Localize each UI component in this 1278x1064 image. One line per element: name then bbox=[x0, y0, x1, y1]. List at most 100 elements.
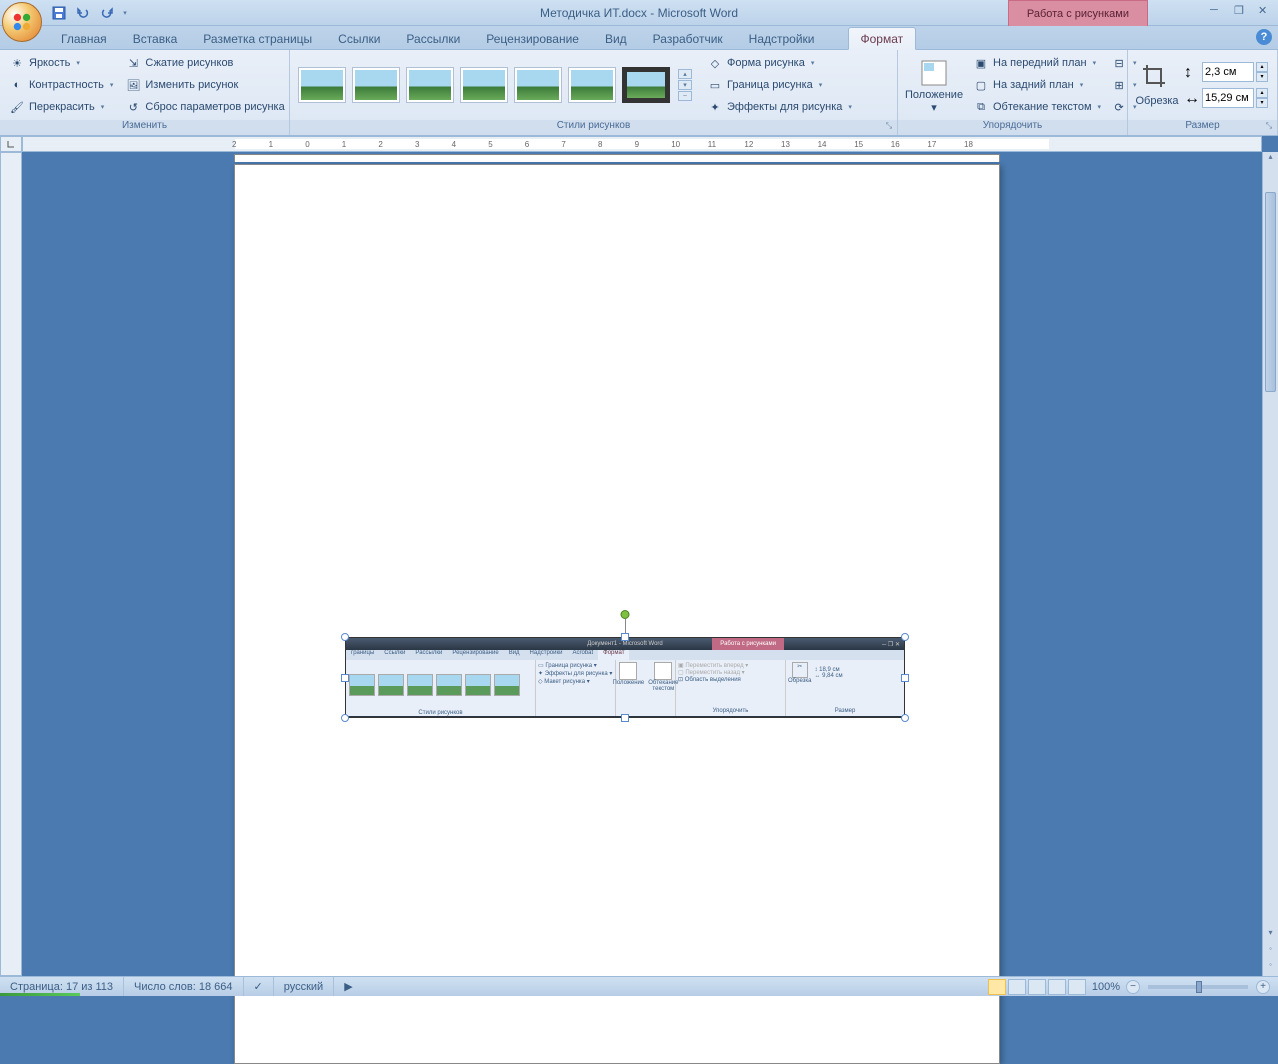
crop-button[interactable]: Обрезка bbox=[1132, 52, 1182, 118]
office-button[interactable] bbox=[2, 2, 42, 42]
handle-bl[interactable] bbox=[341, 714, 349, 722]
tab-developer[interactable]: Разработчик bbox=[640, 27, 736, 49]
contrast-button[interactable]: ◐Контрастность▾ bbox=[4, 74, 118, 96]
maximize-button[interactable]: ❐ bbox=[1234, 4, 1248, 18]
help-button[interactable]: ? bbox=[1256, 29, 1272, 45]
gallery-up[interactable]: ▴ bbox=[678, 69, 692, 79]
style-3[interactable] bbox=[406, 67, 454, 103]
group-size: Обрезка ↕ ▴▾ ↔ ▴▾ Размер ⤡ bbox=[1128, 50, 1278, 135]
style-4[interactable] bbox=[460, 67, 508, 103]
send-back-button[interactable]: ▢На задний план▾ bbox=[968, 74, 1106, 96]
gallery-down[interactable]: ▾ bbox=[678, 80, 692, 90]
tab-layout[interactable]: Разметка страницы bbox=[190, 27, 325, 49]
tab-home[interactable]: Главная bbox=[48, 27, 120, 49]
handle-tr[interactable] bbox=[901, 633, 909, 641]
crop-icon bbox=[1141, 63, 1173, 95]
handle-tl[interactable] bbox=[341, 633, 349, 641]
full-screen-view[interactable] bbox=[1008, 979, 1026, 995]
handle-l[interactable] bbox=[341, 674, 349, 682]
handle-b[interactable] bbox=[621, 714, 629, 722]
compress-button[interactable]: ⇲Сжатие рисунков bbox=[120, 52, 289, 74]
height-down[interactable]: ▾ bbox=[1256, 72, 1268, 82]
change-picture-button[interactable]: 🖼Изменить рисунок bbox=[120, 74, 289, 96]
scroll-down[interactable]: ▾ bbox=[1263, 928, 1278, 944]
contextual-tab-label: Работа с рисунками bbox=[1008, 0, 1148, 26]
reset-icon: ↺ bbox=[125, 99, 141, 115]
qat-customize[interactable]: ▾ bbox=[120, 2, 130, 24]
ribbon-tabs: Главная Вставка Разметка страницы Ссылки… bbox=[0, 26, 1278, 50]
brightness-button[interactable]: ☀Яркость▾ bbox=[4, 52, 118, 74]
recolor-button[interactable]: 🖌Перекрасить▾ bbox=[4, 96, 118, 118]
page[interactable] bbox=[234, 164, 1000, 1064]
redo-button[interactable] bbox=[96, 2, 118, 24]
picture-styles-gallery: ▴ ▾ ⎯ bbox=[294, 63, 696, 107]
minimize-button[interactable]: ─ bbox=[1210, 4, 1224, 18]
vertical-ruler[interactable] bbox=[0, 152, 22, 976]
handle-t[interactable] bbox=[621, 633, 629, 641]
print-layout-view[interactable] bbox=[988, 979, 1006, 995]
tab-addins[interactable]: Надстройки bbox=[736, 27, 828, 49]
tab-review[interactable]: Рецензирование bbox=[473, 27, 592, 49]
styles-launcher[interactable]: ⤡ bbox=[883, 121, 895, 133]
brightness-icon: ☀ bbox=[9, 55, 25, 71]
size-launcher[interactable]: ⤡ bbox=[1263, 121, 1275, 133]
zoom-in[interactable]: + bbox=[1256, 980, 1270, 994]
zoom-thumb[interactable] bbox=[1196, 981, 1202, 993]
zoom-value[interactable]: 100% bbox=[1088, 981, 1124, 993]
prev-page[interactable]: ◦ bbox=[1263, 944, 1278, 960]
width-input[interactable] bbox=[1202, 88, 1254, 108]
zoom-out[interactable]: − bbox=[1126, 980, 1140, 994]
vertical-scrollbar[interactable]: ▴ ▾ ◦ ◦ bbox=[1262, 152, 1278, 976]
picture-border-button[interactable]: ▭Граница рисунка▾ bbox=[702, 74, 857, 96]
tab-selector[interactable] bbox=[0, 136, 22, 152]
draft-view[interactable] bbox=[1068, 979, 1086, 995]
text-wrap-button[interactable]: ⧉Обтекание текстом▾ bbox=[968, 96, 1106, 118]
tab-insert[interactable]: Вставка bbox=[120, 27, 191, 49]
picture-effects-button[interactable]: ✦Эффекты для рисунка▾ bbox=[702, 96, 857, 118]
close-button[interactable]: ✕ bbox=[1258, 4, 1272, 18]
tab-view[interactable]: Вид bbox=[592, 27, 640, 49]
selected-picture[interactable]: Документ1 - Microsoft Word Работа с рису… bbox=[345, 634, 905, 721]
scroll-thumb[interactable] bbox=[1265, 192, 1276, 392]
rotate-icon: ⟳ bbox=[1111, 99, 1127, 115]
scroll-up[interactable]: ▴ bbox=[1263, 152, 1278, 168]
zoom-slider[interactable] bbox=[1148, 985, 1248, 989]
tab-references[interactable]: Ссылки bbox=[325, 27, 393, 49]
web-layout-view[interactable] bbox=[1028, 979, 1046, 995]
style-2[interactable] bbox=[352, 67, 400, 103]
ribbon: ☀Яркость▾ ◐Контрастность▾ 🖌Перекрасить▾ … bbox=[0, 50, 1278, 136]
horizontal-ruler[interactable]: 210123456789101112131415161718 bbox=[22, 136, 1262, 152]
picture-shape-button[interactable]: ◇Форма рисунка▾ bbox=[702, 52, 857, 74]
handle-br[interactable] bbox=[901, 714, 909, 722]
height-up[interactable]: ▴ bbox=[1256, 62, 1268, 72]
style-7-selected[interactable] bbox=[622, 67, 670, 103]
outline-view[interactable] bbox=[1048, 979, 1066, 995]
bring-front-button[interactable]: ▣На передний план▾ bbox=[968, 52, 1106, 74]
language-indicator[interactable]: русский bbox=[274, 977, 334, 996]
height-input[interactable] bbox=[1202, 62, 1254, 82]
style-1[interactable] bbox=[298, 67, 346, 103]
save-button[interactable] bbox=[48, 2, 70, 24]
status-bar: Страница: 17 из 113 Число слов: 18 664 ✓… bbox=[0, 976, 1278, 996]
tab-mailings[interactable]: Рассылки bbox=[393, 27, 473, 49]
width-down[interactable]: ▾ bbox=[1256, 98, 1268, 108]
undo-button[interactable] bbox=[72, 2, 94, 24]
style-5[interactable] bbox=[514, 67, 562, 103]
recolor-icon: 🖌 bbox=[9, 99, 25, 115]
proofing-button[interactable]: ✓ bbox=[244, 977, 274, 996]
back-icon: ▢ bbox=[973, 77, 989, 93]
group-adjust: ☀Яркость▾ ◐Контрастность▾ 🖌Перекрасить▾ … bbox=[0, 50, 290, 135]
word-count[interactable]: Число слов: 18 664 bbox=[124, 977, 243, 996]
position-button[interactable]: Положение▾ bbox=[902, 52, 966, 118]
handle-r[interactable] bbox=[901, 674, 909, 682]
window-controls: ─ ❐ ✕ bbox=[1210, 4, 1272, 18]
width-up[interactable]: ▴ bbox=[1256, 88, 1268, 98]
reset-picture-button[interactable]: ↺Сброс параметров рисунка bbox=[120, 96, 289, 118]
macro-button[interactable]: ▶ bbox=[334, 977, 362, 996]
gallery-more[interactable]: ⎯ bbox=[678, 91, 692, 101]
style-6[interactable] bbox=[568, 67, 616, 103]
next-page[interactable]: ◦ bbox=[1263, 960, 1278, 976]
tab-format[interactable]: Формат bbox=[848, 27, 917, 50]
rotation-handle[interactable] bbox=[621, 610, 630, 619]
group-arrange: Положение▾ ▣На передний план▾ ▢На задний… bbox=[898, 50, 1128, 135]
